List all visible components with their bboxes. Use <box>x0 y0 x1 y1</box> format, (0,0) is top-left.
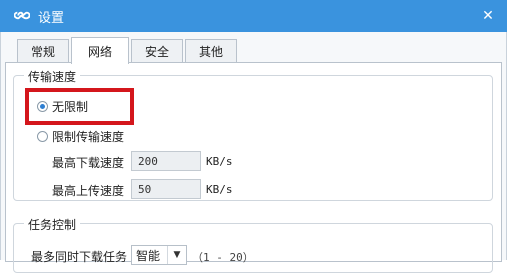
transfer-speed-group: 传输速度 无限制 限制传输速度 最高下载速度 200 KB/s 最高上传速度 5… <box>13 68 493 201</box>
infinity-logo-icon <box>14 11 30 20</box>
radio-label: 限制传输速度 <box>52 130 125 144</box>
max-download-input[interactable]: 200 <box>131 151 201 171</box>
title-bar: 设置 ✕ <box>0 0 507 32</box>
task-control-group: 任务控制 最多同时下载任务 智能 ▼ （1 - 20） <box>13 216 493 273</box>
tab-general[interactable]: 常规 <box>17 39 69 62</box>
tab-security[interactable]: 安全 <box>131 39 183 62</box>
tab-label: 其他 <box>198 44 223 59</box>
max-upload-label: 最高上传速度 <box>52 184 125 198</box>
download-unit: KB/s <box>206 155 233 168</box>
select-value: 智能 <box>136 248 161 263</box>
radio-limit-speed[interactable]: 限制传输速度 <box>37 128 124 145</box>
close-icon: ✕ <box>482 8 494 24</box>
max-tasks-select[interactable]: 智能 ▼ <box>131 245 187 265</box>
radio-button-icon <box>37 101 48 112</box>
max-download-label: 最高下载速度 <box>52 156 125 170</box>
max-tasks-label: 最多同时下载任务 <box>31 250 128 264</box>
tab-network[interactable]: 网络 <box>71 37 129 64</box>
radio-button-icon <box>37 131 48 142</box>
group-label: 任务控制 <box>24 216 81 233</box>
upload-unit: KB/s <box>206 183 233 196</box>
dialog-body: 常规 网络 安全 其他 传输速度 无限制 限制传输速度 最高下载速度 200 K… <box>0 32 507 273</box>
tab-label: 安全 <box>144 44 169 59</box>
chevron-down-icon: ▼ <box>167 246 186 264</box>
radio-unlimited[interactable]: 无限制 <box>37 98 88 115</box>
network-tab-panel: 传输速度 无限制 限制传输速度 最高下载速度 200 KB/s 最高上传速度 5… <box>5 62 502 273</box>
tab-label: 网络 <box>87 44 112 59</box>
close-button[interactable]: ✕ <box>477 5 499 27</box>
tab-other[interactable]: 其他 <box>185 39 237 62</box>
range-hint: （1 - 20） <box>192 251 254 264</box>
group-label: 传输速度 <box>24 68 81 85</box>
tab-label: 常规 <box>30 44 55 59</box>
max-upload-input[interactable]: 50 <box>131 179 201 199</box>
radio-label: 无限制 <box>52 100 89 114</box>
window-title: 设置 <box>38 10 65 26</box>
